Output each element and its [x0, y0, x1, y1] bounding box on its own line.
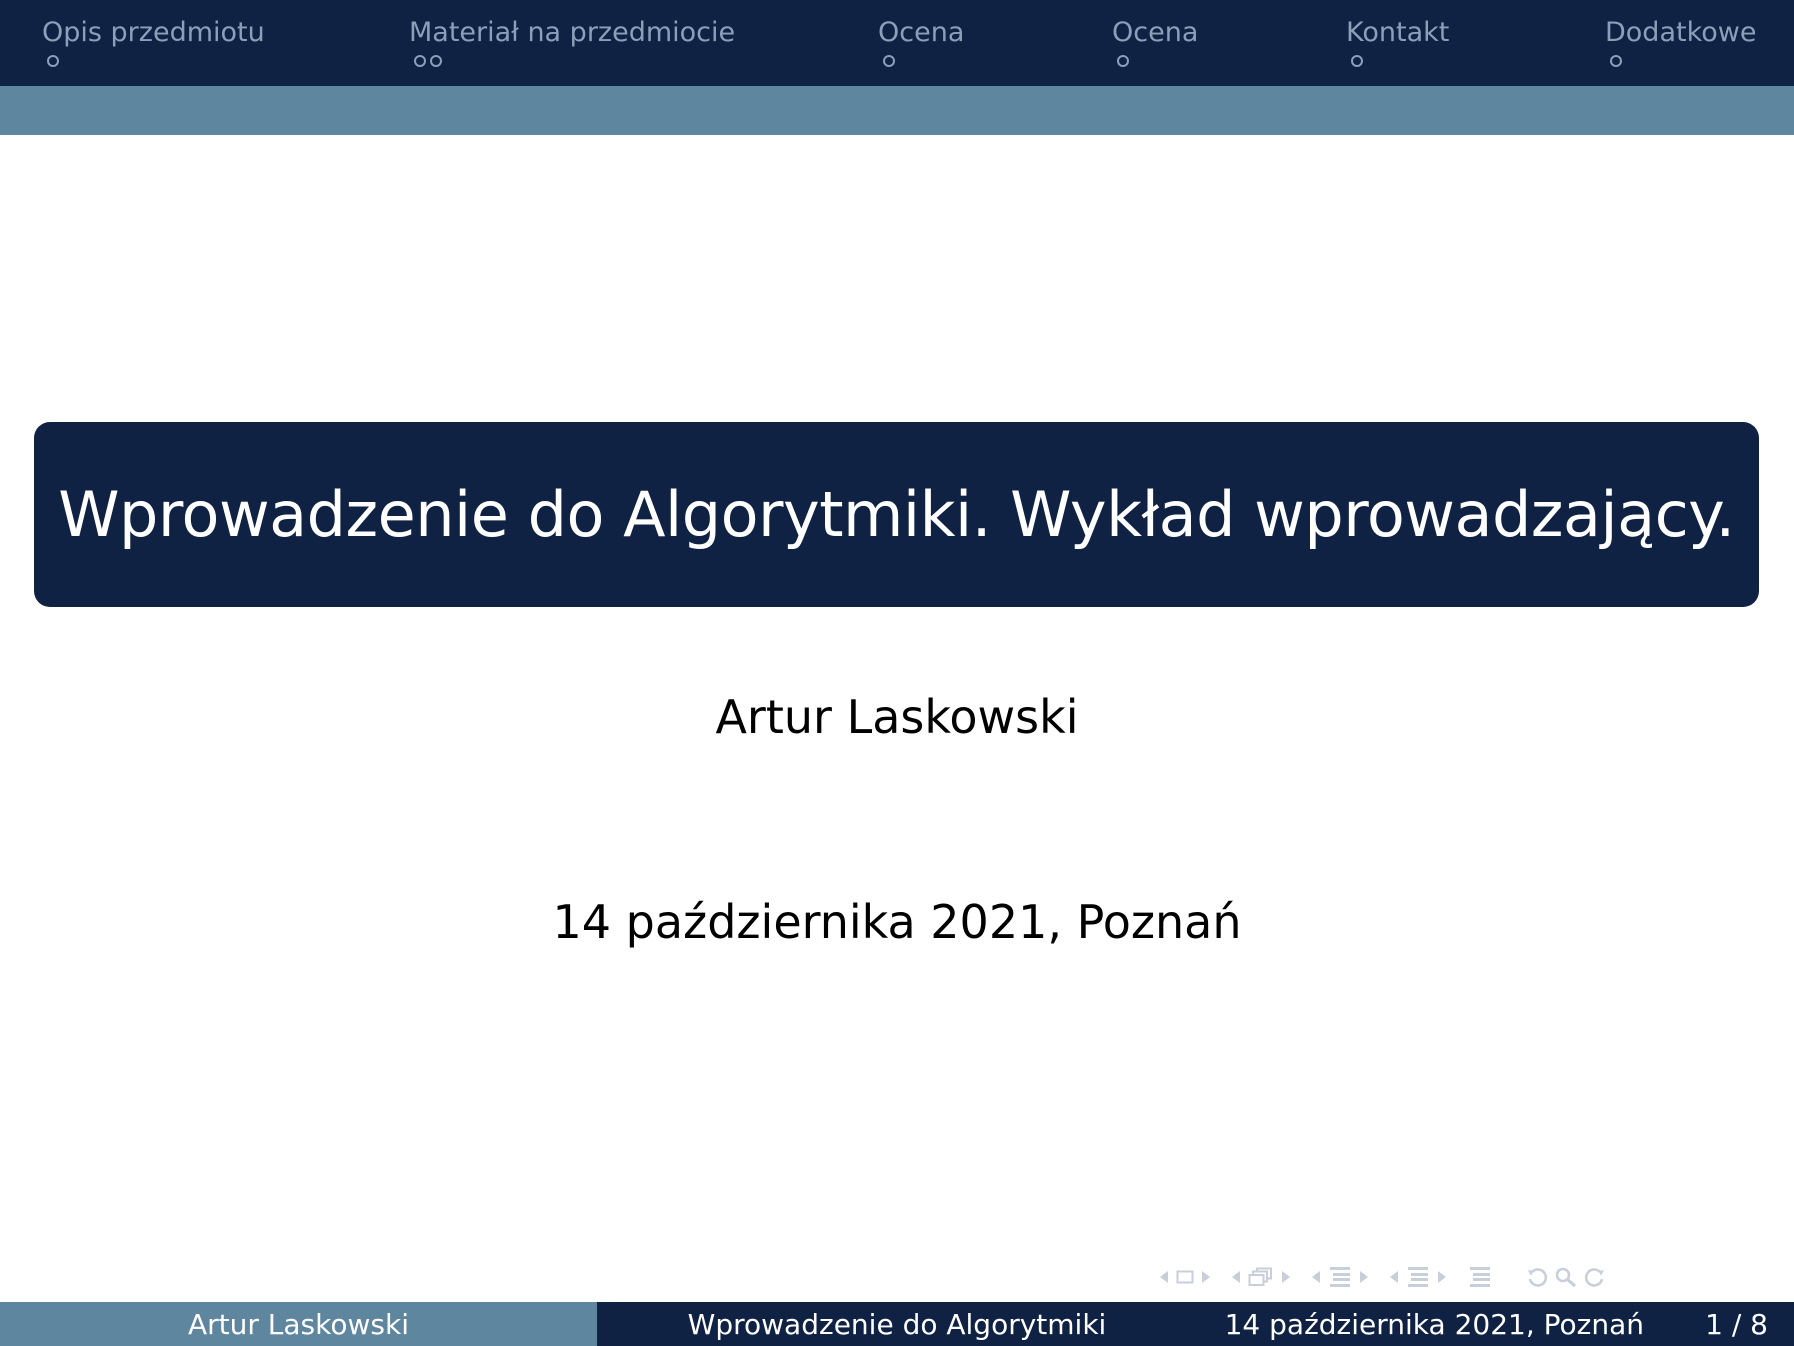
- slide-icon[interactable]: [1176, 1270, 1194, 1284]
- nav-section-ocena-1[interactable]: Ocena: [878, 16, 964, 67]
- nav-frame-dots: [883, 55, 964, 67]
- nav-section-opis-przedmiotu[interactable]: Opis przedmiotu: [42, 16, 265, 67]
- back-icon[interactable]: [1526, 1266, 1550, 1288]
- nav-frame-dots: [47, 55, 265, 67]
- footer-short-title: Wprowadzenie do Algorytmiki: [687, 1307, 1107, 1341]
- footer-bar: Artur Laskowski Wprowadzenie do Algorytm…: [0, 1302, 1794, 1346]
- slide-nav-group[interactable]: [1160, 1270, 1210, 1284]
- subsection-nav-group[interactable]: [1312, 1266, 1368, 1288]
- presentation-title: Wprowadzenie do Algorytmiki. Wykład wpro…: [58, 478, 1735, 551]
- nav-section-ocena-2[interactable]: Ocena: [1112, 16, 1198, 67]
- document-nav-group[interactable]: [1468, 1266, 1492, 1288]
- previous-slide-icon[interactable]: [1160, 1271, 1168, 1283]
- document-icon[interactable]: [1468, 1266, 1492, 1288]
- next-subsection-icon[interactable]: [1360, 1271, 1368, 1283]
- nav-frame-dots: [1610, 55, 1756, 67]
- nav-section-kontakt[interactable]: Kontakt: [1346, 16, 1449, 67]
- nav-frame-dots: [414, 55, 735, 67]
- frame-dot-icon[interactable]: [430, 55, 442, 67]
- nav-section-dodatkowe[interactable]: Dodatkowe: [1605, 16, 1756, 67]
- frame-dot-icon[interactable]: [47, 55, 59, 67]
- previous-section-icon[interactable]: [1390, 1271, 1398, 1283]
- frame-dot-icon[interactable]: [1117, 55, 1129, 67]
- nav-frame-dots: [1351, 55, 1449, 67]
- slide: Opis przedmiotu Materiał na przedmiocie …: [0, 0, 1794, 1346]
- footer-right-panel: Wprowadzenie do Algorytmiki 14 październ…: [597, 1302, 1794, 1346]
- search-icon[interactable]: [1554, 1266, 1578, 1288]
- nav-section-label: Ocena: [1112, 17, 1199, 48]
- previous-frame-icon[interactable]: [1232, 1271, 1240, 1283]
- nav-section-label: Ocena: [878, 17, 965, 48]
- nav-section-label: Opis przedmiotu: [42, 17, 265, 48]
- frame-icon[interactable]: [1248, 1267, 1274, 1287]
- section-nav-group[interactable]: [1390, 1266, 1446, 1288]
- previous-subsection-icon[interactable]: [1312, 1271, 1320, 1283]
- navigation-symbols: [1160, 1262, 1606, 1292]
- frame-nav-group[interactable]: [1232, 1267, 1290, 1287]
- nav-section-label: Materiał na przedmiocie: [409, 17, 736, 48]
- search-nav-group[interactable]: [1526, 1266, 1606, 1288]
- nav-section-label: Dodatkowe: [1605, 17, 1757, 48]
- title-block: Wprowadzenie do Algorytmiki. Wykład wpro…: [34, 422, 1759, 607]
- subsection-icon[interactable]: [1328, 1266, 1352, 1288]
- subsection-bar: [0, 86, 1794, 135]
- page-number: 1 / 8: [1705, 1307, 1768, 1341]
- next-slide-icon[interactable]: [1202, 1271, 1210, 1283]
- footer-author: Artur Laskowski: [0, 1302, 597, 1346]
- frame-dot-icon[interactable]: [1351, 55, 1363, 67]
- nav-section-material[interactable]: Materiał na przedmiocie: [409, 16, 735, 67]
- frame-dot-icon[interactable]: [883, 55, 895, 67]
- forward-icon[interactable]: [1582, 1266, 1606, 1288]
- section-navigation-bar: Opis przedmiotu Materiał na przedmiocie …: [0, 0, 1794, 86]
- next-section-icon[interactable]: [1438, 1271, 1446, 1283]
- section-icon[interactable]: [1406, 1266, 1430, 1288]
- footer-date-place: 14 października 2021, Poznań: [1224, 1307, 1644, 1341]
- frame-dot-icon[interactable]: [1610, 55, 1622, 67]
- date-place: 14 października 2021, Poznań: [552, 895, 1242, 949]
- next-frame-icon[interactable]: [1282, 1271, 1290, 1283]
- author-name: Artur Laskowski: [715, 690, 1079, 744]
- nav-frame-dots: [1117, 55, 1198, 67]
- nav-section-label: Kontakt: [1346, 17, 1450, 48]
- frame-dot-icon[interactable]: [414, 55, 426, 67]
